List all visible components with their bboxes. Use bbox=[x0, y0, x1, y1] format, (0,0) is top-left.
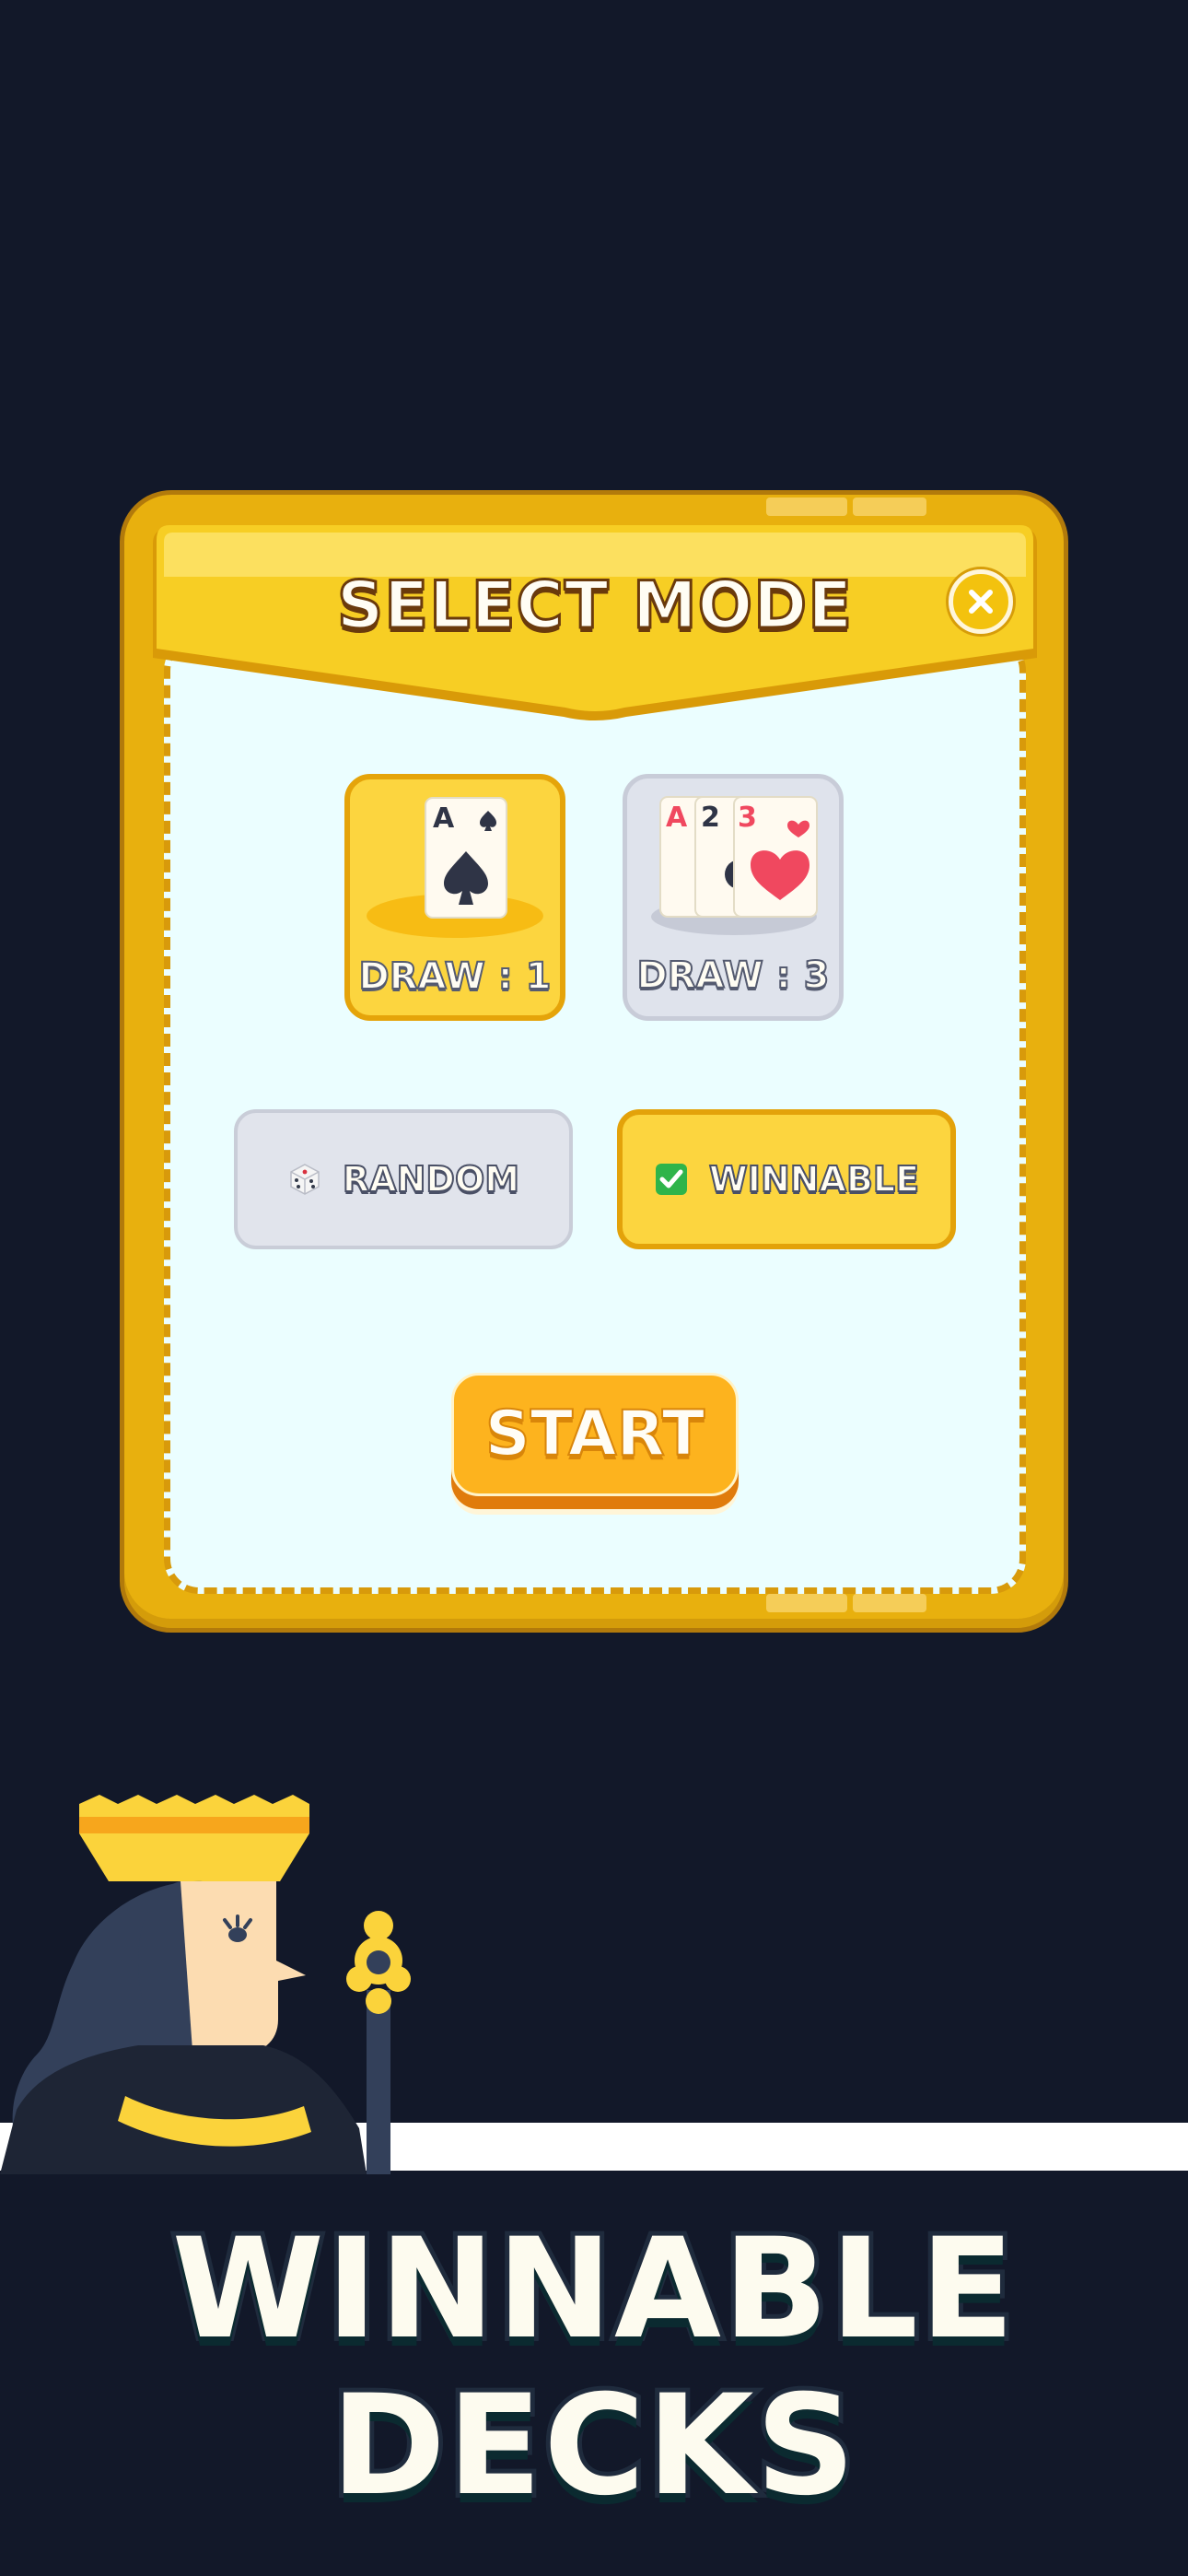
card-rank: 3 bbox=[738, 802, 757, 834]
king-illustration bbox=[0, 1795, 411, 2174]
dialog-rim-stripe bbox=[853, 498, 926, 516]
start-label: START bbox=[484, 1397, 705, 1471]
random-label: RANDOM bbox=[342, 1158, 520, 1200]
draw-1-label: DRAW : 1 bbox=[358, 954, 553, 999]
winnable-label: WINNABLE bbox=[708, 1158, 920, 1200]
promo-headline-line2: DECKS bbox=[326, 2363, 859, 2529]
card-rank: A bbox=[433, 802, 455, 835]
start-button[interactable]: START bbox=[451, 1373, 739, 1496]
single-card-icon: A bbox=[367, 797, 543, 938]
random-button[interactable]: RANDOM bbox=[234, 1109, 573, 1249]
dialog-title: SELECT MODE bbox=[335, 567, 854, 645]
close-button[interactable] bbox=[949, 569, 1013, 634]
draw-3-option[interactable]: A 2 3 DRAW : 3 bbox=[623, 774, 844, 1021]
close-icon bbox=[969, 590, 993, 614]
dialog-rim-stripe bbox=[853, 1594, 926, 1612]
three-cards-icon: A 2 3 bbox=[651, 796, 818, 935]
dialog-rim-stripe bbox=[766, 498, 847, 516]
card-rank: 2 bbox=[701, 802, 720, 834]
promo-headline-line1: WINNABLE bbox=[168, 2207, 1019, 2372]
draw-3-label: DRAW : 3 bbox=[636, 954, 831, 998]
card-rank: A bbox=[666, 802, 688, 834]
dice-icon bbox=[290, 1164, 320, 1195]
check-icon bbox=[655, 1164, 687, 1195]
winnable-button[interactable]: WINNABLE bbox=[617, 1109, 956, 1249]
dialog-rim-stripe bbox=[766, 1594, 847, 1612]
draw-1-option[interactable]: A DRAW : 1 bbox=[344, 774, 565, 1021]
